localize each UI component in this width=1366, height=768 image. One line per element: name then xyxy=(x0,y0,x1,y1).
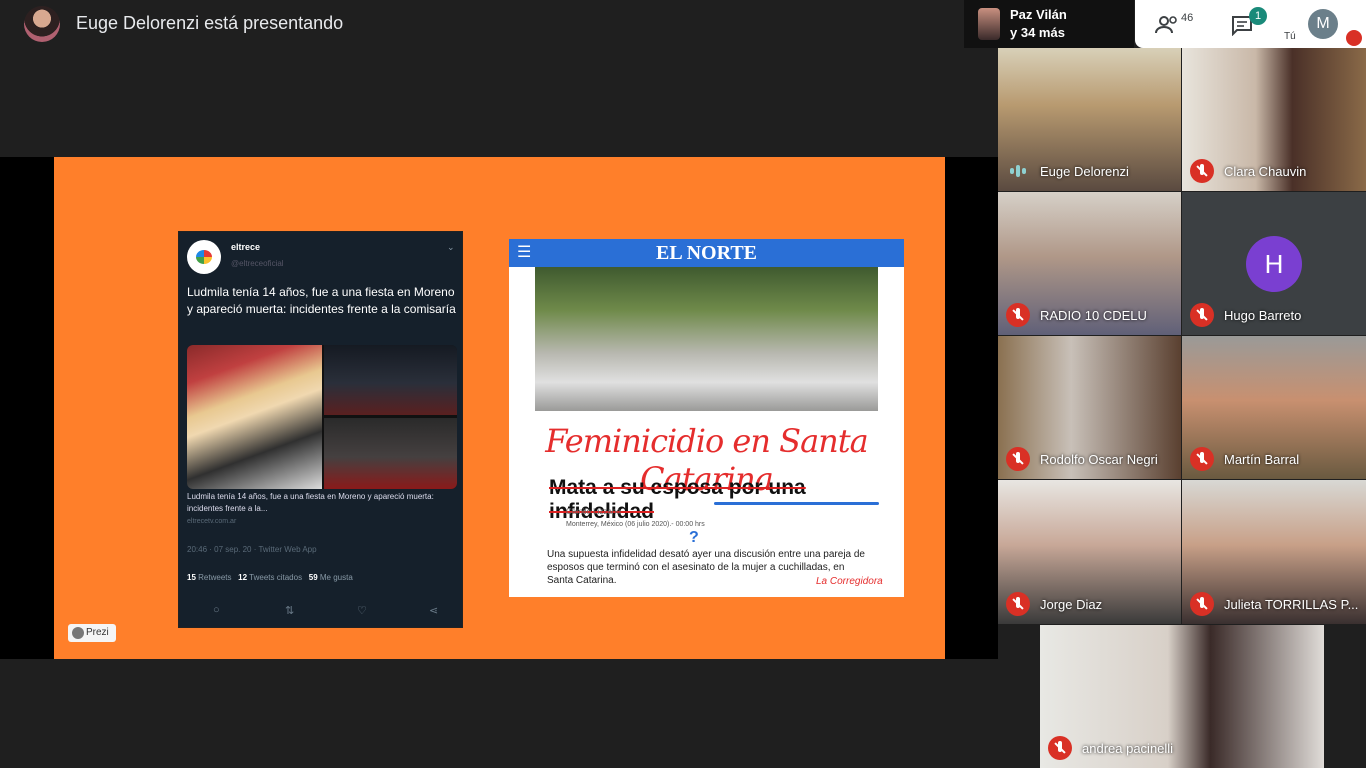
participant-name: Julieta TORRILLAS P... xyxy=(1224,597,1359,612)
news-header: ☰ EL NORTE xyxy=(509,239,904,267)
like-count: 59 xyxy=(308,573,318,582)
participant-tile[interactable]: Martín Barral xyxy=(1182,336,1366,479)
others-name: Paz Vilán xyxy=(1010,7,1067,22)
tweet-photo-police xyxy=(324,418,457,489)
retweet-count: 15 xyxy=(187,573,196,582)
prezi-badge[interactable]: Prezi xyxy=(68,624,116,642)
participant-name: Martín Barral xyxy=(1224,452,1300,467)
other-participants-chip[interactable]: Paz Vilán y 34 más xyxy=(964,0,1134,48)
retweet-icon: ⇅ xyxy=(285,605,295,617)
presenter-title: Euge Delorenzi está presentando xyxy=(76,13,344,33)
tweet-actions: ○ ⇅ ♡ ⋖ xyxy=(187,604,457,618)
mic-off-icon xyxy=(1190,592,1214,616)
participant-name: Jorge Diaz xyxy=(1040,597,1103,612)
participant-tile[interactable]: Euge Delorenzi xyxy=(998,48,1181,191)
people-count: 46 xyxy=(1181,12,1194,24)
participant-tile[interactable]: H Hugo Barreto xyxy=(1182,192,1366,335)
self-label: Tú xyxy=(1284,31,1296,42)
news-photo-crime-scene xyxy=(535,267,878,411)
tweet-card: eltrece @eltreceoficial ⌄ Ludmila tenía … xyxy=(178,231,463,628)
others-thumbnail xyxy=(978,8,1000,40)
blue-underline xyxy=(714,502,879,505)
mic-off-icon xyxy=(1190,303,1214,327)
tweet-link-card-text: Ludmila tenía 14 años, fue a una fiesta … xyxy=(187,492,434,513)
participant-tile[interactable]: Julieta TORRILLAS P... xyxy=(1182,480,1366,624)
news-struck-headline: Mata a su esposa por una infidelidad xyxy=(549,476,806,523)
top-bar: Euge Delorenzi está presentando xyxy=(0,0,960,48)
participant-name: andrea pacinelli xyxy=(1082,741,1174,756)
others-more: y 34 más xyxy=(1010,25,1065,40)
retweet-label: Retweets xyxy=(198,573,232,582)
participant-name: RADIO 10 CDELU xyxy=(1040,308,1147,323)
tweet-meta: 20:46 · 07 sep. 20 · Twitter Web App xyxy=(187,545,317,554)
quote-count: 12 xyxy=(238,573,248,582)
presenter-avatar xyxy=(24,6,60,42)
tweet-photo-night-scene xyxy=(324,345,457,415)
mic-off-icon xyxy=(1006,592,1030,616)
participant-name: Clara Chauvin xyxy=(1224,164,1307,179)
people-button[interactable]: 46 xyxy=(1155,10,1195,38)
tweet-stats: 15 Retweets 12 Tweets citados 59 Me gust… xyxy=(187,573,353,582)
like-label: Me gusta xyxy=(319,573,353,582)
tweet-media xyxy=(187,345,457,489)
chat-badge: 1 xyxy=(1249,7,1267,25)
self-mic-off-icon xyxy=(1346,30,1362,46)
participants-grid: Euge Delorenzi Clara Chauvin RADIO 10 CD… xyxy=(998,48,1366,768)
tweet-author: eltrece xyxy=(231,242,261,252)
tweet-handle: @eltreceoficial xyxy=(231,259,284,268)
participant-name: Hugo Barreto xyxy=(1224,308,1302,323)
participant-tile[interactable]: RADIO 10 CDELU xyxy=(998,192,1181,335)
participant-tile[interactable]: andrea pacinelli xyxy=(1040,625,1324,768)
participant-tile[interactable]: Jorge Diaz xyxy=(998,480,1181,624)
mic-off-icon xyxy=(1006,447,1030,471)
heart-icon: ♡ xyxy=(357,605,367,617)
chevron-down-icon: ⌄ xyxy=(447,242,455,252)
eltrece-logo xyxy=(187,240,221,274)
self-avatar[interactable]: M xyxy=(1308,9,1338,39)
share-icon: ⋖ xyxy=(429,605,439,617)
mic-off-icon xyxy=(1048,736,1072,760)
chat-button[interactable]: 1 xyxy=(1231,7,1271,38)
participant-name: Rodolfo Oscar Negri xyxy=(1040,452,1158,467)
question-mark-annotation: ? xyxy=(689,529,699,546)
participant-tile[interactable]: Rodolfo Oscar Negri xyxy=(998,336,1181,479)
news-credit: La Corregidora xyxy=(816,576,883,587)
tweet-link-card-url: eltrecetv.com.ar xyxy=(187,518,237,525)
tweet-text: Ludmila tenía 14 años, fue a una fiesta … xyxy=(187,285,456,316)
participant-name: Euge Delorenzi xyxy=(1040,164,1129,179)
tweet-photo-girl xyxy=(187,345,322,489)
participant-tile[interactable]: Clara Chauvin xyxy=(1182,48,1366,191)
mic-off-icon xyxy=(1190,159,1214,183)
news-brand: EL NORTE xyxy=(656,242,757,264)
quote-label: Tweets citados xyxy=(249,573,303,582)
reply-icon: ○ xyxy=(213,604,220,616)
speaking-indicator-icon xyxy=(1010,165,1028,177)
mic-off-icon xyxy=(1190,447,1214,471)
news-clipping: ☰ EL NORTE Feminicidio en Santa Catarina… xyxy=(509,239,904,597)
mic-off-icon xyxy=(1006,303,1030,327)
news-byline: Camilo Lizzano xyxy=(566,507,621,516)
people-icon xyxy=(1155,16,1177,34)
participant-avatar: H xyxy=(1246,236,1302,292)
